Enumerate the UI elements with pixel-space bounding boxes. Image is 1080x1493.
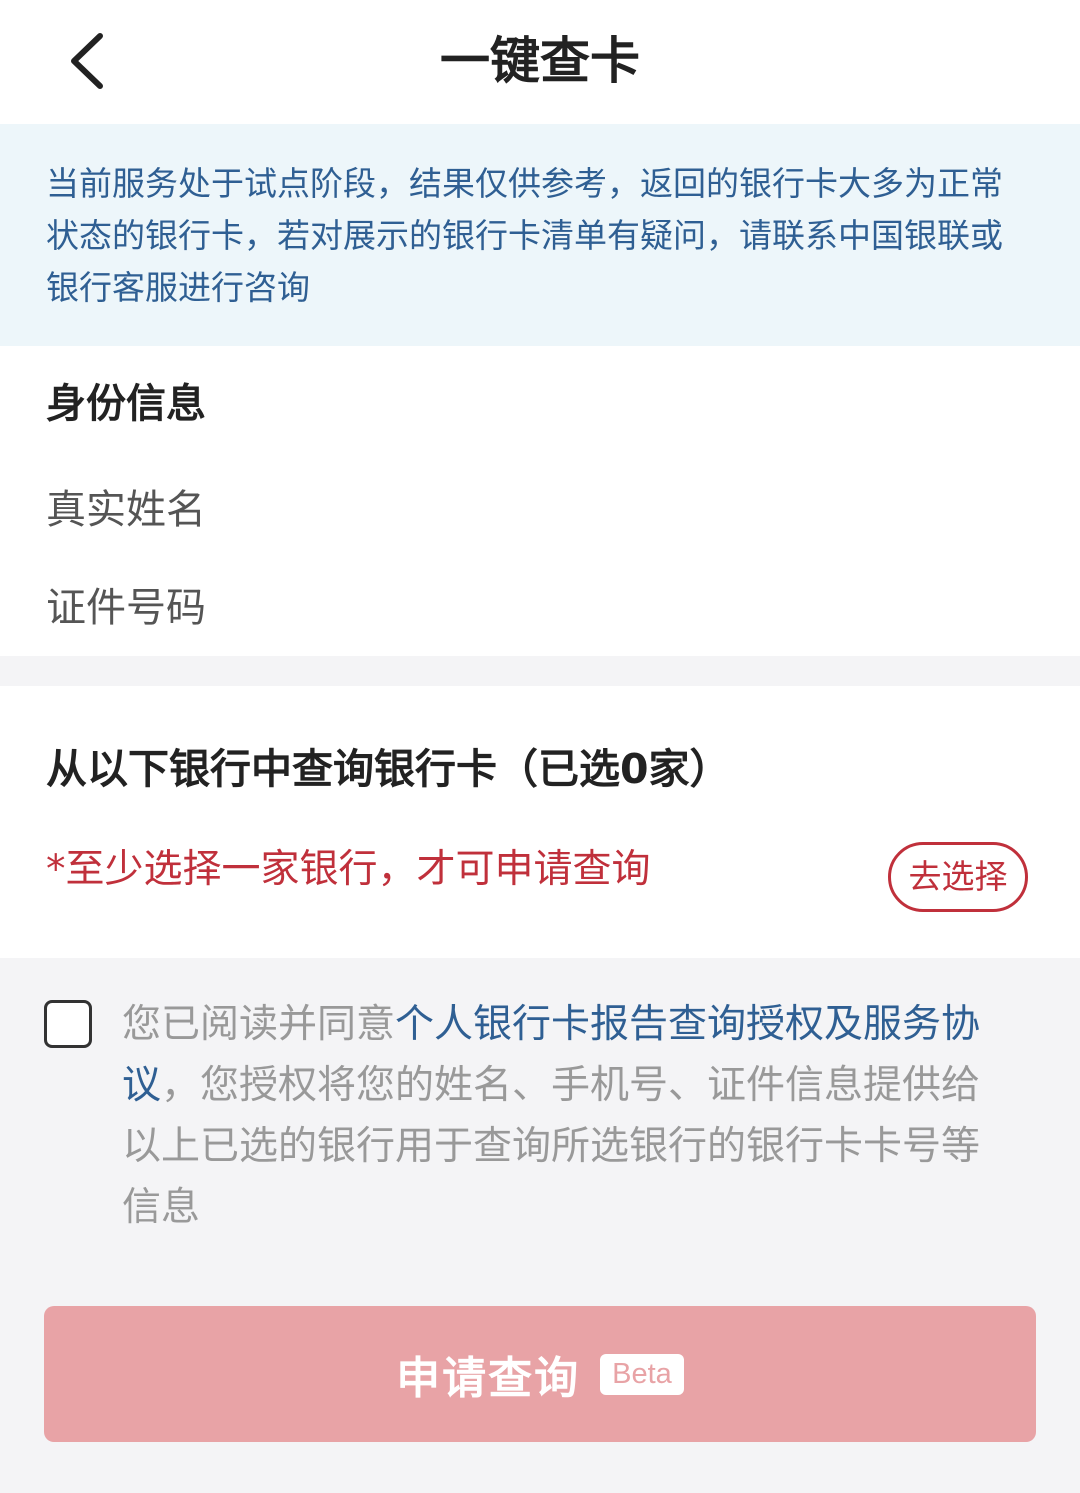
name-label: 真实姓名	[46, 487, 206, 533]
header-bar: 一键查卡	[0, 0, 1080, 124]
notice-text: 当前服务处于试点阶段，结果仅供参考，返回的银行卡大多为正常状态的银行卡，若对展示…	[46, 164, 1003, 307]
page-title: 一键查卡	[440, 32, 640, 90]
agreement-suffix: ，您授权将您的姓名、手机号、证件信息提供给以上已选的银行用于查询所选银行的银行卡…	[122, 1063, 981, 1230]
bank-selection-hint: *至少选择一家银行，才可申请查询	[46, 847, 651, 892]
agreement-text: 您已阅读并同意个人银行卡报告查询授权及服务协议，您授权将您的姓名、手机号、证件信…	[122, 994, 1012, 1238]
id-number-input[interactable]	[260, 580, 1024, 638]
agreement-checkbox[interactable]	[44, 1000, 92, 1048]
choose-bank-button[interactable]: 去选择	[888, 842, 1028, 912]
bank-selection-section	[0, 686, 1080, 958]
submit-query-label: 申请查询	[396, 1353, 581, 1404]
submit-query-button[interactable]: 申请查询 Beta	[44, 1306, 1036, 1442]
identity-section-title: 身份信息	[46, 381, 206, 427]
agreement-prefix: 您已阅读并同意	[122, 1002, 396, 1047]
bank-selection-title: 从以下银行中查询银行卡（已选0家）	[46, 745, 731, 793]
id-number-label: 证件号码	[46, 585, 206, 631]
beta-badge: Beta	[600, 1353, 684, 1395]
name-input[interactable]	[260, 482, 1024, 540]
